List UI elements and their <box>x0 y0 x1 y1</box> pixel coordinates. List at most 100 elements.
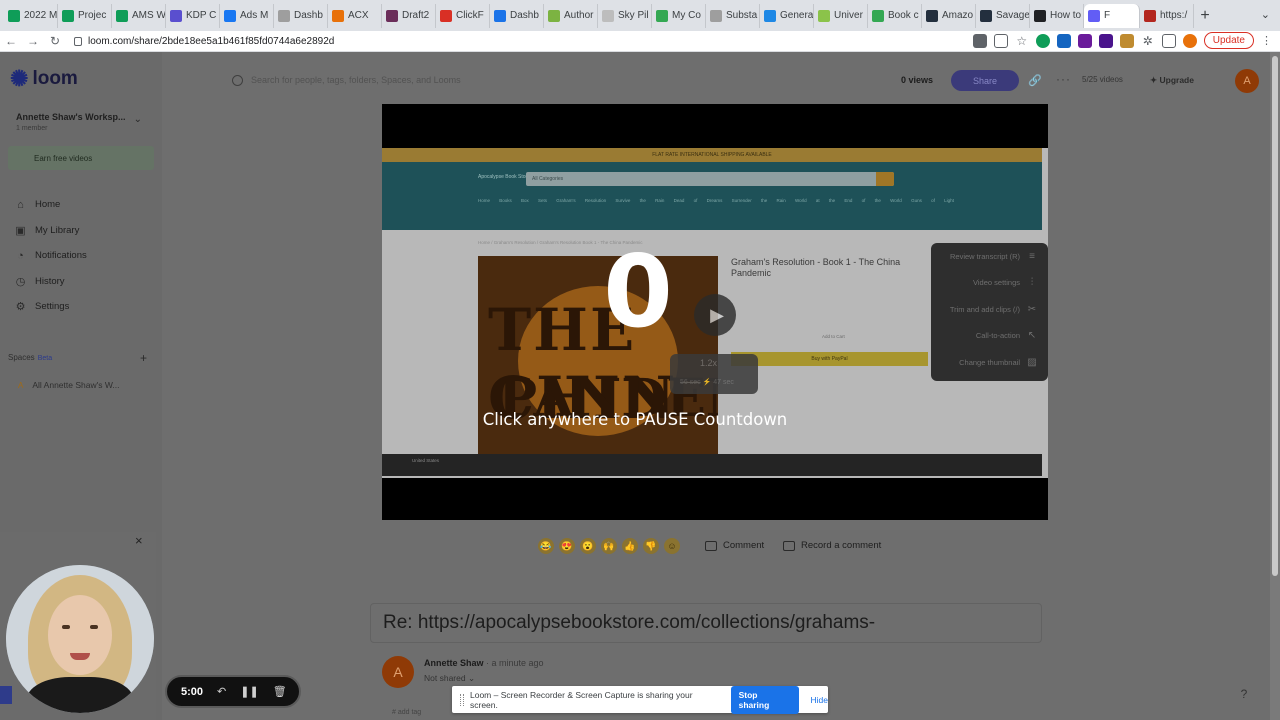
reaction-bar: 😂 😍 😮 🙌 👍 👎 ☺ <box>538 538 680 554</box>
drag-handle-icon[interactable] <box>460 693 464 706</box>
browser-tab[interactable]: ACX <box>328 3 382 28</box>
browser-tab[interactable]: Book c <box>868 3 922 28</box>
browser-menu-icon[interactable]: ⋮ <box>1261 34 1272 47</box>
tab-label: My Co <box>672 10 701 21</box>
browser-tab[interactable]: Savage <box>976 3 1030 28</box>
close-icon[interactable]: × <box>135 533 143 548</box>
scrollbar-thumb[interactable] <box>1272 56 1278 576</box>
view-count[interactable]: 0 views <box>901 75 933 85</box>
tool-sliders[interactable]: Video settings ⫶ <box>931 270 1048 297</box>
url-field[interactable]: loom.com/share/2bde18ee5a1b461f85fd0744a… <box>74 36 334 47</box>
camera-bubble[interactable] <box>6 565 154 713</box>
add-space-icon[interactable]: + <box>140 351 147 365</box>
page-scrollbar[interactable] <box>1270 52 1280 720</box>
owner-avatar[interactable]: A <box>382 656 414 688</box>
browser-tab[interactable]: Genera <box>760 3 814 28</box>
reaction-emoji[interactable]: 😍 <box>559 538 575 554</box>
browser-tab[interactable]: Dashb <box>274 3 328 28</box>
browser-tab[interactable]: Draft2 <box>382 3 436 28</box>
sidebar-item-home[interactable]: ⌂ Home <box>14 192 87 218</box>
back-arrow-icon[interactable]: ← <box>0 34 22 48</box>
sidebar-item-history[interactable]: ◷ History <box>14 269 87 295</box>
reload-icon[interactable]: ↻ <box>44 34 66 48</box>
side-panel-icon[interactable] <box>1161 33 1176 48</box>
reaction-emoji[interactable]: 👎 <box>643 538 659 554</box>
tool-scissors[interactable]: Trim and add clips (/) ✂ <box>931 296 1048 323</box>
reaction-emoji[interactable]: 👍 <box>622 538 638 554</box>
add-tag-button[interactable]: # add tag <box>392 709 421 716</box>
tool-image[interactable]: Change thumbnail ▨ <box>931 349 1048 376</box>
countdown-number[interactable]: 0 <box>382 242 894 342</box>
tab-favicon-icon <box>494 9 506 22</box>
tab-search-chevron-icon[interactable]: ⌄ <box>1261 8 1270 21</box>
hide-button[interactable]: Hide <box>811 695 828 705</box>
loom-logo[interactable]: ✺ loom <box>10 66 78 92</box>
loom-corner-icon[interactable] <box>0 686 12 704</box>
trash-icon[interactable]: 🗑 <box>273 685 287 698</box>
countdown-hint[interactable]: Click anywhere to PAUSE Countdown <box>382 410 888 429</box>
copy-link-icon[interactable]: 🔗 <box>1028 74 1042 87</box>
presenter-eye-left <box>62 625 70 629</box>
browser-tab[interactable]: F <box>1084 3 1140 28</box>
new-tab-icon[interactable]: + <box>1194 7 1216 25</box>
forward-arrow-icon[interactable]: → <box>22 34 44 48</box>
browser-tab[interactable]: 2022 M <box>4 3 58 28</box>
grammarly-icon[interactable] <box>1035 33 1050 48</box>
sidebar-item-settings[interactable]: ⚙ Settings <box>14 294 87 320</box>
profile-icon[interactable] <box>1182 33 1197 48</box>
browser-tab[interactable]: Amazo <box>922 3 976 28</box>
reaction-emoji[interactable]: 😮 <box>580 538 596 554</box>
playback-speed-panel[interactable]: 1.2x 56 sec ⚡ 47 sec <box>670 354 758 394</box>
record-comment-button[interactable]: Record a comment <box>783 540 881 551</box>
sidebar-item-my-library[interactable]: ▣ My Library <box>14 218 87 244</box>
extension-blue-icon[interactable] <box>1056 33 1071 48</box>
extension-pick-icon[interactable] <box>1119 33 1134 48</box>
tool-label: Call-to-action <box>975 331 1020 341</box>
browser-tab[interactable]: AMS W <box>112 3 166 28</box>
bookmark-star-icon[interactable]: ☆ <box>1015 34 1029 48</box>
browser-tab[interactable]: Sky Pil <box>598 3 652 28</box>
camera-icon[interactable] <box>972 33 987 48</box>
reaction-emoji[interactable]: 😂 <box>538 538 554 554</box>
extension-dark-icon[interactable] <box>1098 33 1113 48</box>
reaction-emoji[interactable]: 🙌 <box>601 538 617 554</box>
restart-icon[interactable]: ↶ <box>217 685 226 698</box>
share-page-icon[interactable] <box>993 33 1008 48</box>
browser-tab[interactable]: Projec <box>58 3 112 28</box>
upgrade-button[interactable]: ✦ Upgrade <box>1150 75 1194 86</box>
stop-sharing-button[interactable]: Stop sharing <box>730 685 799 714</box>
user-avatar[interactable]: A <box>1235 69 1259 93</box>
record-comment-label: Record a comment <box>801 540 882 551</box>
browser-tab[interactable]: https:/ <box>1140 3 1194 28</box>
browser-tab[interactable]: Univer <box>814 3 868 28</box>
tab-label: Genera <box>780 10 814 21</box>
browser-tab[interactable]: Ads M <box>220 3 274 28</box>
more-options-icon[interactable]: ··· <box>1056 72 1071 86</box>
extension-purple-icon[interactable] <box>1077 33 1092 48</box>
comment-button[interactable]: Comment <box>705 540 764 551</box>
browser-tab[interactable]: Dashb <box>490 3 544 28</box>
tab-label: Savage <box>996 10 1030 21</box>
browser-tab[interactable]: My Co <box>652 3 706 28</box>
search-input[interactable]: Search for people, tags, folders, Spaces… <box>222 66 862 94</box>
help-icon[interactable]: ? <box>1233 683 1255 705</box>
pause-icon[interactable]: ❚❚ <box>240 685 258 698</box>
sidebar-item-notifications[interactable]: ◔ Notifications <box>14 243 87 269</box>
browser-tab[interactable]: Author <box>544 3 598 28</box>
browser-tab[interactable]: How to <box>1030 3 1084 28</box>
browser-tab[interactable]: Substa <box>706 3 760 28</box>
update-button[interactable]: Update <box>1203 32 1254 49</box>
share-button[interactable]: Share <box>951 70 1019 91</box>
reaction-emoji[interactable]: ☺ <box>664 538 680 554</box>
video-player[interactable]: FLAT RATE INTERNATIONAL SHIPPING AVAILAB… <box>382 104 1048 520</box>
video-title-field[interactable]: Re: https://apocalypsebookstore.com/coll… <box>370 603 1042 643</box>
earn-free-videos-link[interactable]: Earn free videos <box>8 146 154 170</box>
browser-tab[interactable]: KDP C <box>166 3 220 28</box>
workspace-switcher[interactable]: Annette Shaw's Worksp... 1 member ⌄ <box>16 112 142 132</box>
space-item-all[interactable]: A All Annette Shaw's W... <box>18 380 119 390</box>
tool-cursor[interactable]: Call-to-action ↖ <box>931 323 1048 350</box>
tool-transcript[interactable]: Review transcript (R) ≡ <box>931 243 1048 270</box>
browser-tab[interactable]: ClickF <box>436 3 490 28</box>
share-status-dropdown[interactable]: Not shared ⌄ <box>424 673 475 684</box>
extensions-puzzle-icon[interactable]: ✲ <box>1141 34 1155 48</box>
